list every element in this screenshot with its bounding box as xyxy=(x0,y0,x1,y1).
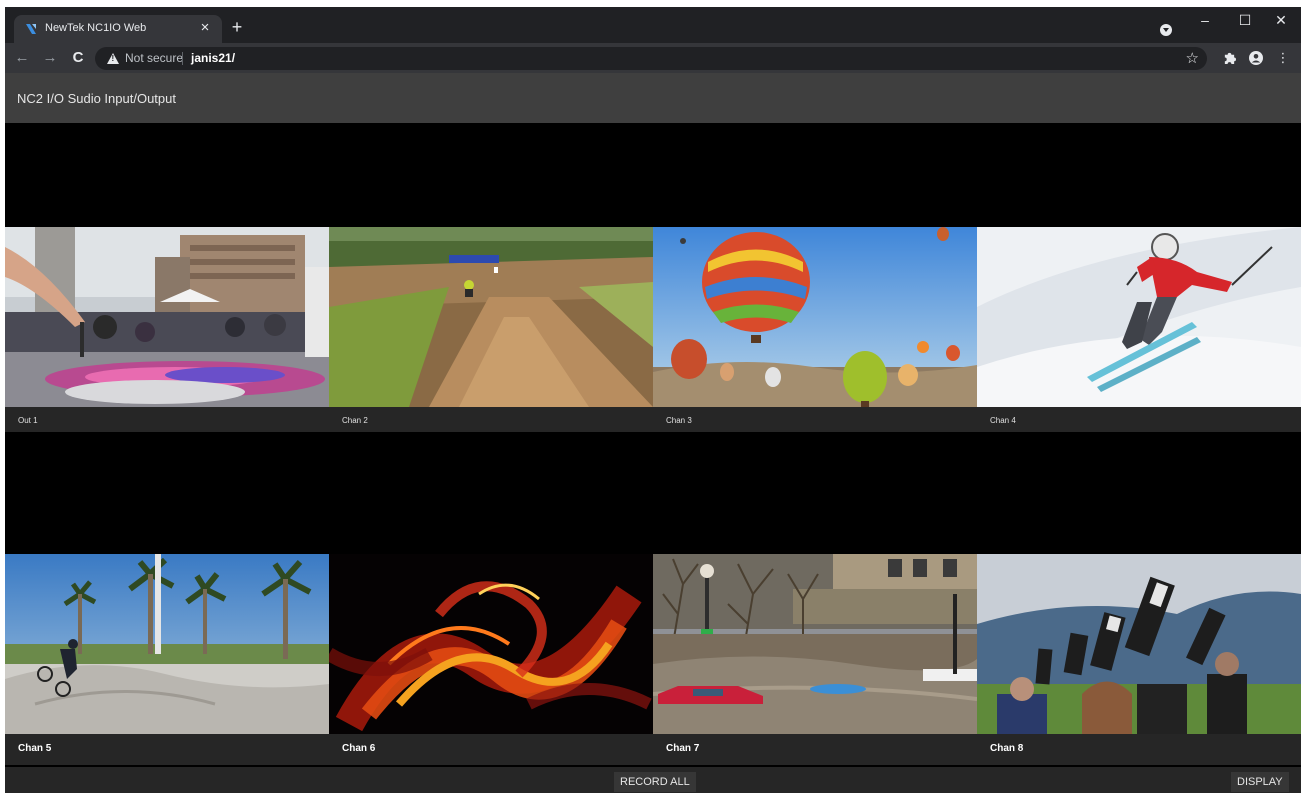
channel-label: Chan 7 xyxy=(666,743,700,754)
tab-search-icon[interactable] xyxy=(1160,24,1172,36)
address-bar[interactable]: Not secure janis21/ ☆ xyxy=(95,47,1207,70)
channel-label: Out 1 xyxy=(18,416,38,425)
action-bar: RECORD ALL DISPLAY xyxy=(5,767,1301,793)
new-tab-icon[interactable]: + xyxy=(227,17,247,37)
minimize-icon[interactable]: – xyxy=(1185,9,1225,35)
back-arrow-icon[interactable]: ← xyxy=(11,47,33,69)
profile-icon[interactable] xyxy=(1246,48,1266,68)
street-art-painting-image xyxy=(5,227,329,407)
channel-tile-chan-8[interactable]: Chan 8 xyxy=(977,554,1301,765)
channel-tile-chan-2[interactable]: Chan 2 xyxy=(329,227,653,432)
channel-tile-out-1[interactable]: Out 1 xyxy=(5,227,329,432)
security-label[interactable]: Not secure xyxy=(125,51,183,65)
tab-title: NewTek NC1IO Web xyxy=(45,22,147,34)
tab-close-icon[interactable]: × xyxy=(196,19,214,37)
newtek-favicon-icon xyxy=(26,24,36,34)
browser-toolbar: ← → C Not secure janis21/ ☆ ⋮ xyxy=(5,43,1301,73)
channel-label: Chan 6 xyxy=(342,743,376,754)
channel-tile-chan-6[interactable]: Chan 6 xyxy=(329,554,653,765)
bookmark-star-icon[interactable]: ☆ xyxy=(1186,49,1199,67)
channel-label: Chan 2 xyxy=(342,416,368,425)
channel-label: Chan 4 xyxy=(990,416,1016,425)
motocross-dirt-track-image xyxy=(329,227,653,407)
record-all-button[interactable]: RECORD ALL xyxy=(614,772,696,792)
close-window-icon[interactable]: ✕ xyxy=(1261,9,1301,35)
channel-tile-chan-3[interactable]: Chan 3 xyxy=(653,227,977,432)
skatepark-bmx-palms-image xyxy=(5,554,329,734)
channel-tile-chan-4[interactable]: Chan 4 xyxy=(977,227,1301,432)
reload-icon[interactable]: C xyxy=(67,47,89,69)
page-title: NC2 I/O Sudio Input/Output xyxy=(17,91,176,106)
channel-label: Chan 8 xyxy=(990,743,1024,754)
photographers-telephoto-lenses-image xyxy=(977,554,1301,734)
browser-tab[interactable]: NewTek NC1IO Web × xyxy=(14,15,222,43)
hot-air-balloons-image xyxy=(653,227,977,407)
extensions-puzzle-icon[interactable] xyxy=(1219,48,1239,68)
tab-strip: NewTek NC1IO Web × + – ☐ ✕ xyxy=(5,7,1301,43)
app-header: NC2 I/O Sudio Input/Output xyxy=(5,73,1301,123)
abstract-fire-swirls-image xyxy=(329,554,653,734)
maximize-icon[interactable]: ☐ xyxy=(1225,9,1265,35)
display-button[interactable]: DISPLAY xyxy=(1231,772,1289,792)
channel-label: Chan 5 xyxy=(18,743,52,754)
channel-label: Chan 3 xyxy=(666,416,692,425)
channel-tile-chan-7[interactable]: Chan 7 xyxy=(653,554,977,765)
kebab-menu-icon[interactable]: ⋮ xyxy=(1273,48,1293,68)
divider xyxy=(182,52,183,65)
url-text[interactable]: janis21/ xyxy=(191,51,235,65)
skier-in-red-image xyxy=(977,227,1301,407)
flooded-street-cars-image xyxy=(653,554,977,734)
browser-window: NewTek NC1IO Web × + – ☐ ✕ ← → C Not sec… xyxy=(5,7,1301,793)
warning-icon[interactable] xyxy=(107,53,119,64)
forward-arrow-icon[interactable]: → xyxy=(39,47,61,69)
channel-tile-chan-5[interactable]: Chan 5 xyxy=(5,554,329,765)
